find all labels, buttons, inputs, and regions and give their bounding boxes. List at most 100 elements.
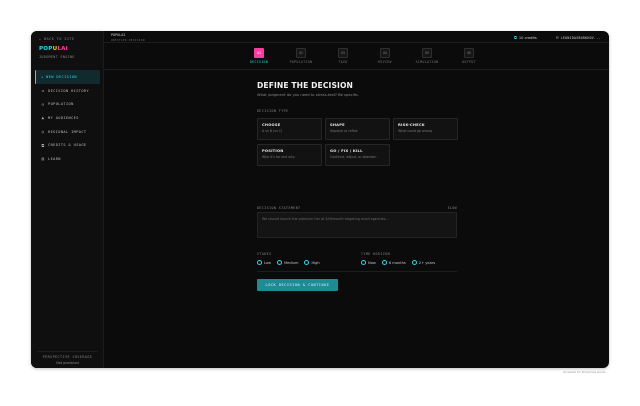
sidebar-nav: + NEW DECISION ↺ DECISION HISTORY ☺ POPU… xyxy=(35,70,100,166)
sidebar-item-credits-usage[interactable]: ⧉ CREDITS & USAGE xyxy=(35,138,100,152)
sidebar-item-label: POPULATION xyxy=(48,102,74,107)
step-review[interactable]: 04 REVIEW xyxy=(370,48,400,64)
user-icon: ☺ xyxy=(41,101,45,107)
tagline: JUDGMENT ENGINE xyxy=(39,55,75,59)
footer-note: Accessed for Enterprise Grade xyxy=(563,370,606,374)
card-description: Improve or refine xyxy=(330,129,358,133)
radio-icon xyxy=(381,260,387,265)
step-population[interactable]: 02 POPULATION xyxy=(286,48,316,64)
credits-badge[interactable]: ⧉ 10 credits xyxy=(514,35,537,40)
divider xyxy=(104,69,609,70)
horizon-label: TIME HORIZON xyxy=(361,252,391,256)
book-icon: ▤ xyxy=(41,156,45,162)
globe-icon: ◎ xyxy=(41,129,45,135)
step-label: SIMULATION xyxy=(415,60,439,64)
top-bar: POPULAI UNTITLED DECISION ⧉ 10 credits ☺… xyxy=(104,31,609,43)
step-label: DECISION xyxy=(249,60,269,64)
divider xyxy=(37,351,98,352)
sidebar-item-regional-impact[interactable]: ◎ REGIONAL IMPACT xyxy=(35,125,100,139)
step-label: REVIEW xyxy=(378,60,392,64)
radio-label: Low xyxy=(264,260,272,265)
step-label: OUTPUT xyxy=(462,60,476,64)
logo: POPULAI xyxy=(39,46,68,52)
statement-hint: SLOW xyxy=(447,206,457,210)
card-description: Continue, adjust, or abandon xyxy=(330,155,377,159)
sidebar-item-decision-history[interactable]: ↺ DECISION HISTORY xyxy=(35,84,100,98)
type-card-choose[interactable]: CHOOSE A vs B (vs C) xyxy=(257,118,322,140)
audience-icon: ▲ xyxy=(41,115,45,121)
step-simulation[interactable]: 05 SIMULATION xyxy=(412,48,442,64)
coverage-title: PERSPECTIVE COVERAGE xyxy=(42,355,93,359)
coverage-value: Not predicted xyxy=(56,361,79,365)
perspective-coverage: PERSPECTIVE COVERAGE Not predicted xyxy=(31,355,104,365)
stakes-option-high[interactable]: High xyxy=(304,260,320,265)
page-title: DEFINE THE DECISION xyxy=(257,81,353,90)
sidebar-item-new-decision[interactable]: + NEW DECISION xyxy=(35,70,100,84)
step-number: 06 xyxy=(464,48,474,58)
horizon-option-now[interactable]: Now xyxy=(361,260,376,265)
type-card-position[interactable]: POSITION Who it's for and why xyxy=(257,144,322,166)
app-window: ← BACK TO SITE POPULAI JUDGMENT ENGINE +… xyxy=(31,31,609,368)
sidebar-item-my-audiences[interactable]: ▲ MY AUDIENCES xyxy=(35,111,100,125)
user-icon: ☺ xyxy=(556,35,559,40)
card-title: SHAPE xyxy=(330,123,345,127)
step-task[interactable]: 03 TASK xyxy=(328,48,358,64)
horizon-option-2-years[interactable]: 2+ years xyxy=(411,260,436,265)
credits-count: 10 credits xyxy=(518,35,537,40)
stakes-label: STAKES xyxy=(257,252,272,256)
radio-icon xyxy=(257,260,262,265)
card-title: POSITION xyxy=(262,149,284,153)
card-description: What could go wrong xyxy=(398,129,432,133)
radio-icon xyxy=(277,260,283,265)
decision-type-label: DECISION TYPE xyxy=(257,109,289,113)
step-label: POPULATION xyxy=(289,60,313,64)
link-icon: ⧉ xyxy=(514,35,517,40)
type-card-risk-check[interactable]: RISK-CHECK What could go wrong xyxy=(393,118,458,140)
radio-icon xyxy=(411,260,417,265)
decision-statement-input[interactable]: We should launch the premium tier at $49… xyxy=(257,212,457,238)
card-description: A vs B (vs C) xyxy=(262,129,283,133)
sidebar-item-label: + NEW DECISION xyxy=(41,74,77,79)
stakes-option-low[interactable]: Low xyxy=(257,260,271,265)
radio-label: 2+ years xyxy=(418,260,436,265)
divider xyxy=(257,271,457,272)
logo-part-3: LAI xyxy=(57,46,68,52)
step-number: 05 xyxy=(422,48,432,58)
radio-icon xyxy=(361,260,366,265)
step-output[interactable]: 06 OUTPUT xyxy=(454,48,484,64)
step-label: TASK xyxy=(338,60,348,64)
user-menu[interactable]: ☺ LEONIDASBARKHOV... xyxy=(556,35,601,40)
type-card-go-fix-kill[interactable]: GO / FIX / KILL Continue, adjust, or aba… xyxy=(325,144,390,166)
horizon-radio-group: Now 6 months 2+ years xyxy=(361,260,441,265)
project-subtitle: UNTITLED DECISION xyxy=(111,38,145,42)
horizon-option-6-months[interactable]: 6 months xyxy=(381,260,406,265)
project-name: POPULAI xyxy=(111,33,126,37)
step-decision[interactable]: 01 DECISION xyxy=(244,48,274,64)
card-title: CHOOSE xyxy=(262,123,281,127)
page-subtitle: What judgment do you need to stress-test… xyxy=(257,93,360,97)
step-progress: 01 DECISION 02 POPULATION 03 TASK 04 REV… xyxy=(104,48,609,70)
sidebar-item-label: DECISION HISTORY xyxy=(48,88,90,93)
step-number: 01 xyxy=(254,48,264,58)
logo-part-1: POP xyxy=(39,46,53,52)
card-title: GO / FIX / KILL xyxy=(330,149,363,153)
stakes-option-medium[interactable]: Medium xyxy=(277,260,298,265)
radio-icon xyxy=(304,260,310,265)
radio-label: High xyxy=(311,260,320,265)
sidebar: ← BACK TO SITE POPULAI JUDGMENT ENGINE +… xyxy=(31,31,104,368)
user-name: LEONIDASBARKHOV... xyxy=(560,35,601,40)
sidebar-item-label: LEARN xyxy=(48,156,61,161)
card-description: Who it's for and why xyxy=(262,155,295,159)
type-card-shape[interactable]: SHAPE Improve or refine xyxy=(325,118,390,140)
main-panel: DEFINE THE DECISION What judgment do you… xyxy=(257,81,458,291)
back-to-site-link[interactable]: ← BACK TO SITE xyxy=(39,37,75,41)
credits-icon: ⧉ xyxy=(41,142,45,148)
sidebar-item-label: REGIONAL IMPACT xyxy=(48,129,87,134)
sidebar-item-population[interactable]: ☺ POPULATION xyxy=(35,97,100,111)
statement-label: DECISION STATEMENT xyxy=(257,206,301,210)
card-title: RISK-CHECK xyxy=(398,123,425,127)
history-icon: ↺ xyxy=(41,88,45,94)
sidebar-item-learn[interactable]: ▤ LEARN xyxy=(35,152,100,166)
radio-label: Now xyxy=(368,260,376,265)
lock-decision-button[interactable]: LOCK DECISION & CONTINUE xyxy=(257,279,338,291)
